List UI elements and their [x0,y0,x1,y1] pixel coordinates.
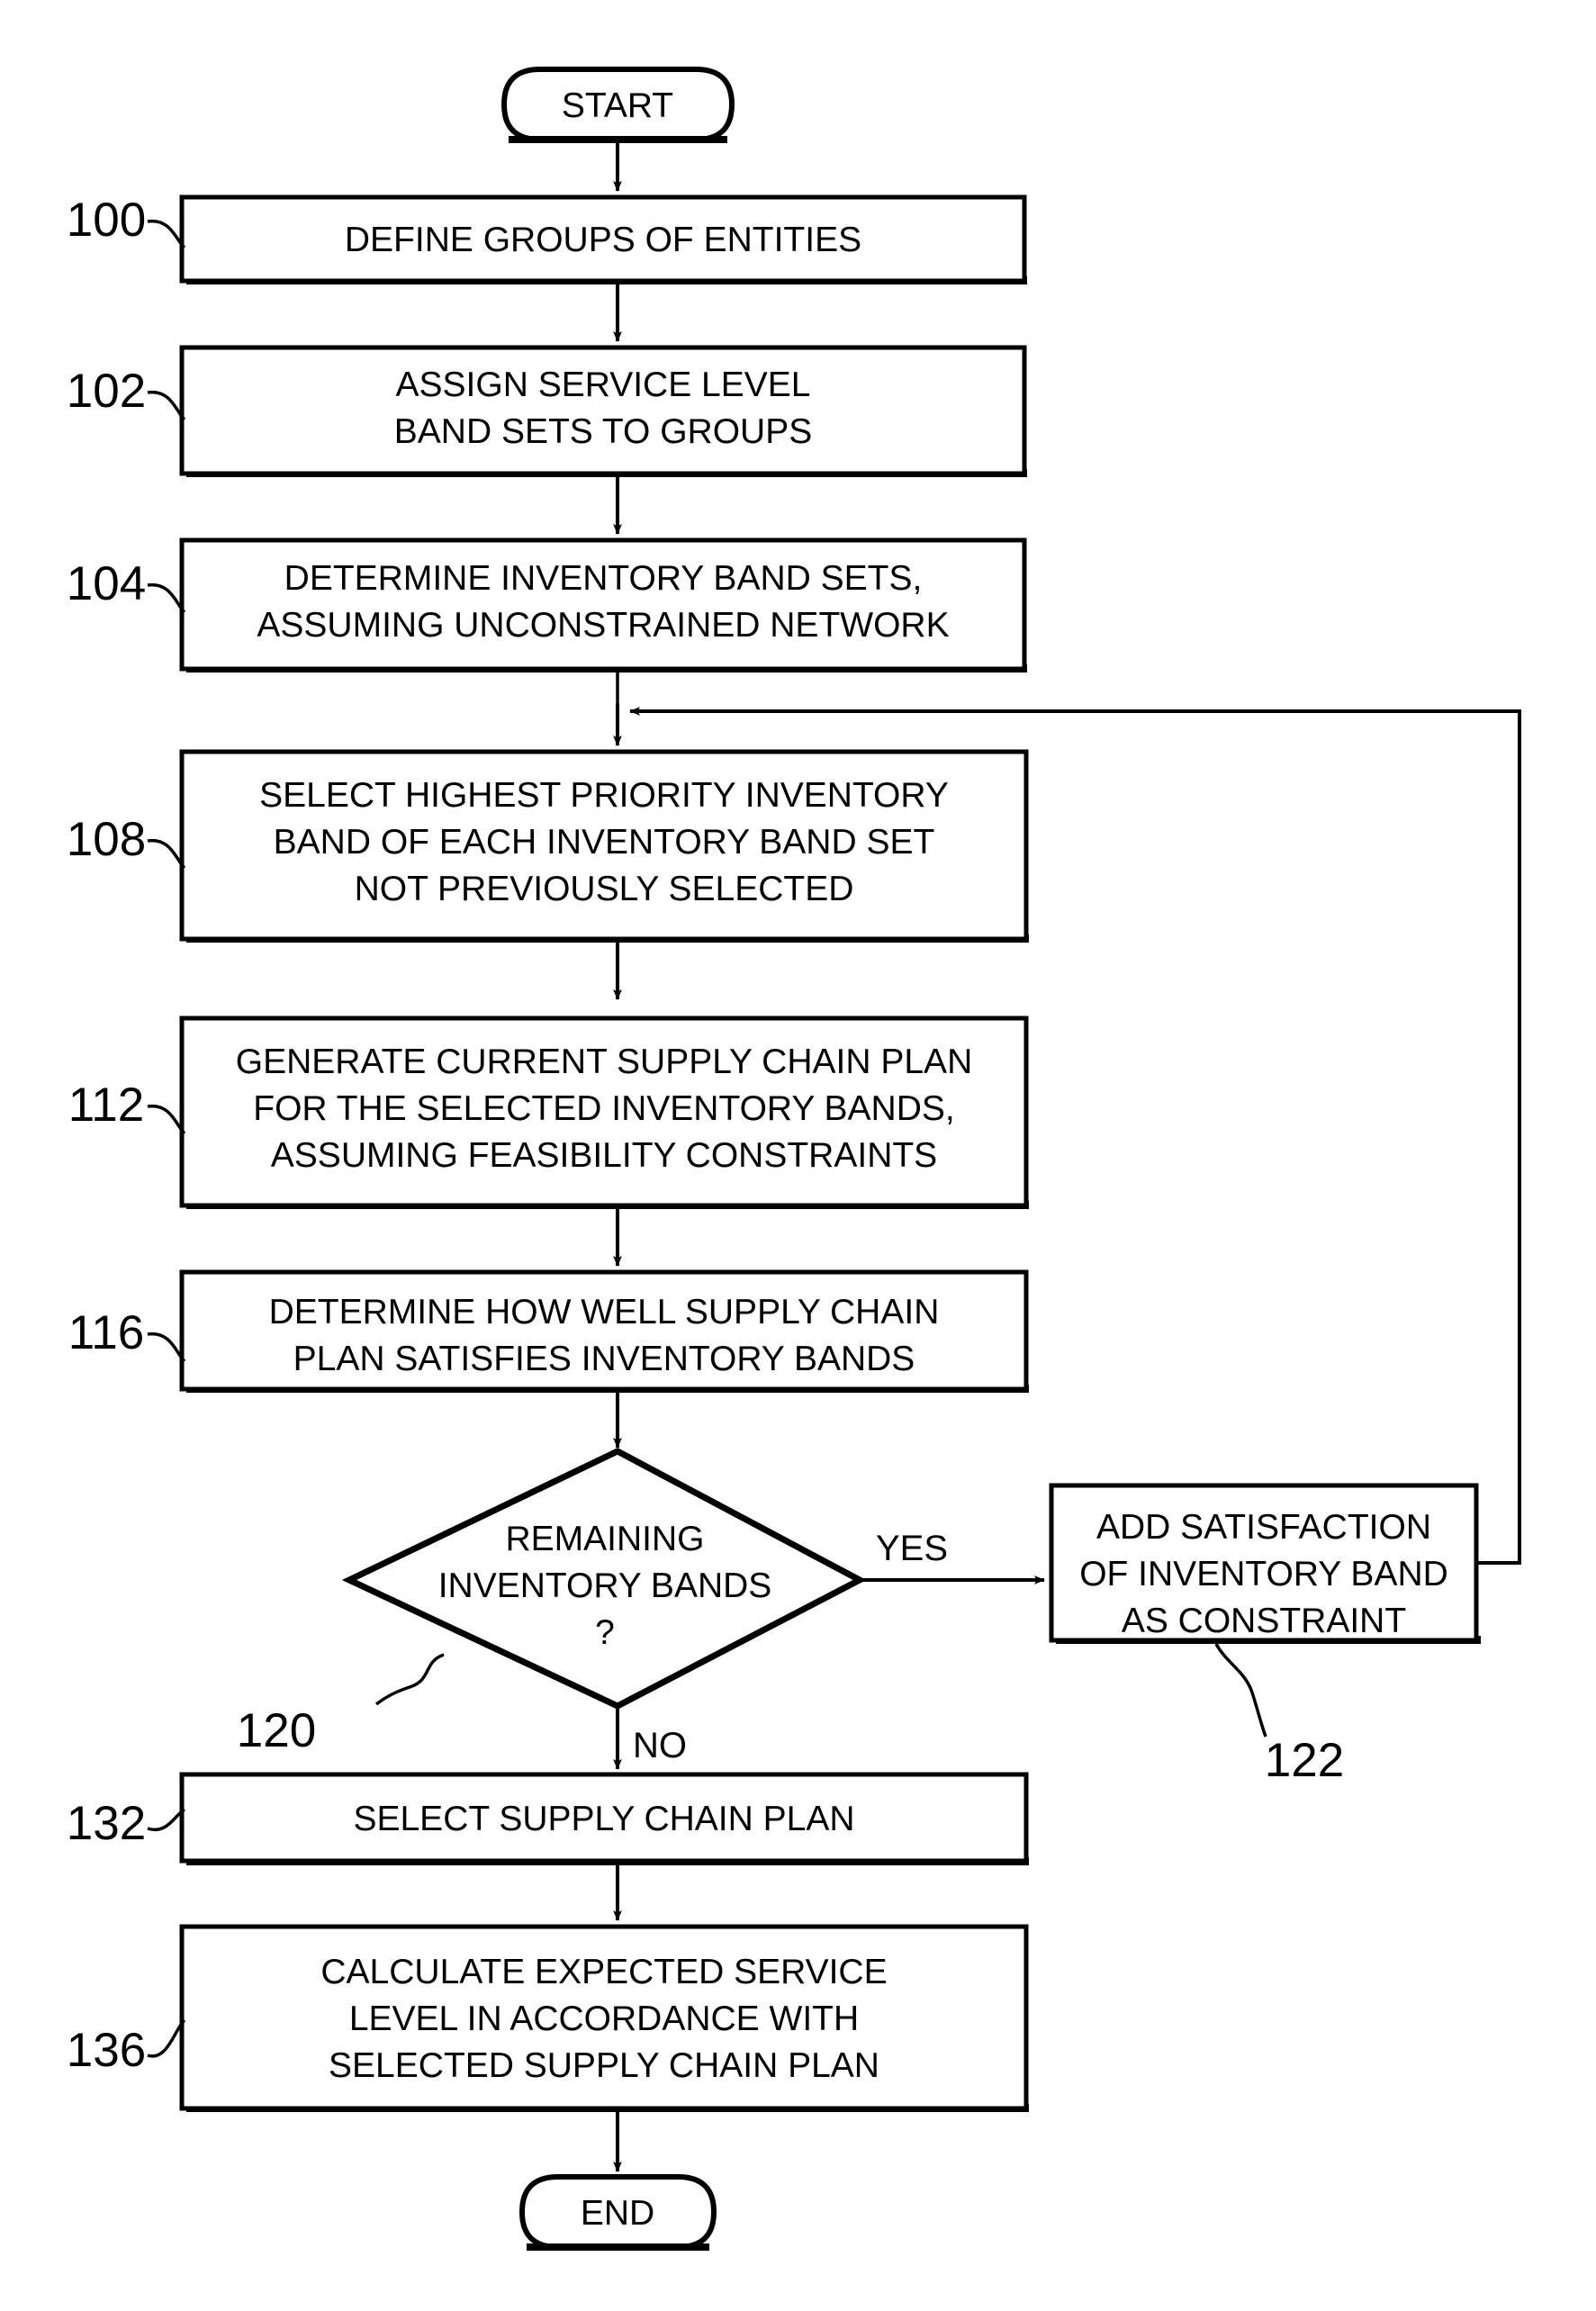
node-112-line-0: GENERATE CURRENT SUPPLY CHAIN PLAN [236,1043,972,1081]
node-100: DEFINE GROUPS OF ENTITIES [179,194,1027,284]
ref-label-104: 104 [67,557,146,610]
ref-callout-102: 102 [67,365,186,421]
node-108-line-2: NOT PREVIOUSLY SELECTED [355,870,854,908]
edge-label-yes: YES [876,1529,948,1568]
node-122-line-1: OF INVENTORY BAND [1079,1555,1448,1593]
node-104-line-0: DETERMINE INVENTORY BAND SETS, [284,559,923,598]
ref-callout-132: 132 [67,1797,185,1850]
terminator-start: START [500,67,735,143]
node-122-line-0: ADD SATISFACTION [1096,1508,1431,1547]
node-136: CALCULATE EXPECTED SERVICE LEVEL IN ACCO… [179,1924,1029,2112]
ref-label-108: 108 [67,813,146,866]
ref-label-136: 136 [67,2024,146,2077]
node-120-decision: REMAINING INVENTORY BANDS ? [341,1448,867,1710]
flowchart-figure: START DEFINE GROUPS OF ENTITIES 100 ASSI… [0,0,1596,2311]
ref-label-112: 112 [68,1079,145,1132]
node-108-line-1: BAND OF EACH INVENTORY BAND SET [274,823,935,862]
flow-no-branch: NO [613,1706,687,1770]
node-116-line-1: PLAN SATISFIES INVENTORY BANDS [293,1340,915,1378]
ref-label-116: 116 [68,1306,145,1359]
edge-label-no: NO [633,1726,687,1765]
terminator-end: END [518,2174,717,2251]
ref-callout-108: 108 [67,813,186,870]
node-116-line-0: DETERMINE HOW WELL SUPPLY CHAIN [269,1293,940,1332]
ref-label-122: 122 [1265,1734,1344,1787]
node-120-line-1: INVENTORY BANDS [438,1566,772,1605]
node-104-line-1: ASSUMING UNCONSTRAINED NETWORK [257,606,949,645]
node-102-line-0: ASSIGN SERVICE LEVEL [396,366,811,404]
node-120-line-2: ? [595,1613,615,1652]
terminator-start-label: START [562,86,673,125]
node-102: ASSIGN SERVICE LEVEL BAND SETS TO GROUPS [179,345,1027,477]
node-136-line-0: CALCULATE EXPECTED SERVICE [320,1953,887,1991]
node-136-line-2: SELECTED SUPPLY CHAIN PLAN [329,2046,879,2085]
ref-callout-122: 122 [1214,1643,1344,1787]
node-104: DETERMINE INVENTORY BAND SETS, ASSUMING … [179,537,1027,673]
ref-label-102: 102 [67,365,146,418]
ref-label-100: 100 [67,194,146,247]
ref-label-132: 132 [67,1797,146,1850]
ref-callout-116: 116 [68,1306,186,1363]
ref-label-120: 120 [237,1704,316,1757]
node-120-line-0: REMAINING [505,1520,704,1558]
node-112: GENERATE CURRENT SUPPLY CHAIN PLAN FOR T… [179,1016,1029,1209]
node-112-line-1: FOR THE SELECTED INVENTORY BANDS, [253,1089,954,1128]
node-108-line-0: SELECT HIGHEST PRIORITY INVENTORY [259,776,949,815]
node-100-line-0: DEFINE GROUPS OF ENTITIES [345,221,861,259]
ref-callout-136: 136 [67,2018,186,2077]
ref-callout-104: 104 [67,557,186,614]
node-108: SELECT HIGHEST PRIORITY INVENTORY BAND O… [179,749,1029,943]
node-122: ADD SATISFACTION OF INVENTORY BAND AS CO… [1049,1483,1481,1644]
ref-callout-100: 100 [67,194,186,249]
terminator-end-label: END [581,2194,654,2233]
node-132: SELECT SUPPLY CHAIN PLAN [179,1772,1029,1865]
ref-callout-120: 120 [237,1653,445,1757]
node-116: DETERMINE HOW WELL SUPPLY CHAIN PLAN SAT… [179,1269,1029,1393]
node-136-line-1: LEVEL IN ACCORDANCE WITH [349,2000,859,2038]
flow-yes-branch: YES [860,1529,1045,1584]
ref-callout-112: 112 [68,1079,186,1135]
node-122-line-2: AS CONSTRAINT [1122,1602,1406,1640]
node-112-line-2: ASSUMING FEASIBILITY CONSTRAINTS [271,1136,937,1175]
node-132-line-0: SELECT SUPPLY CHAIN PLAN [353,1800,854,1838]
node-102-line-1: BAND SETS TO GROUPS [394,412,813,451]
